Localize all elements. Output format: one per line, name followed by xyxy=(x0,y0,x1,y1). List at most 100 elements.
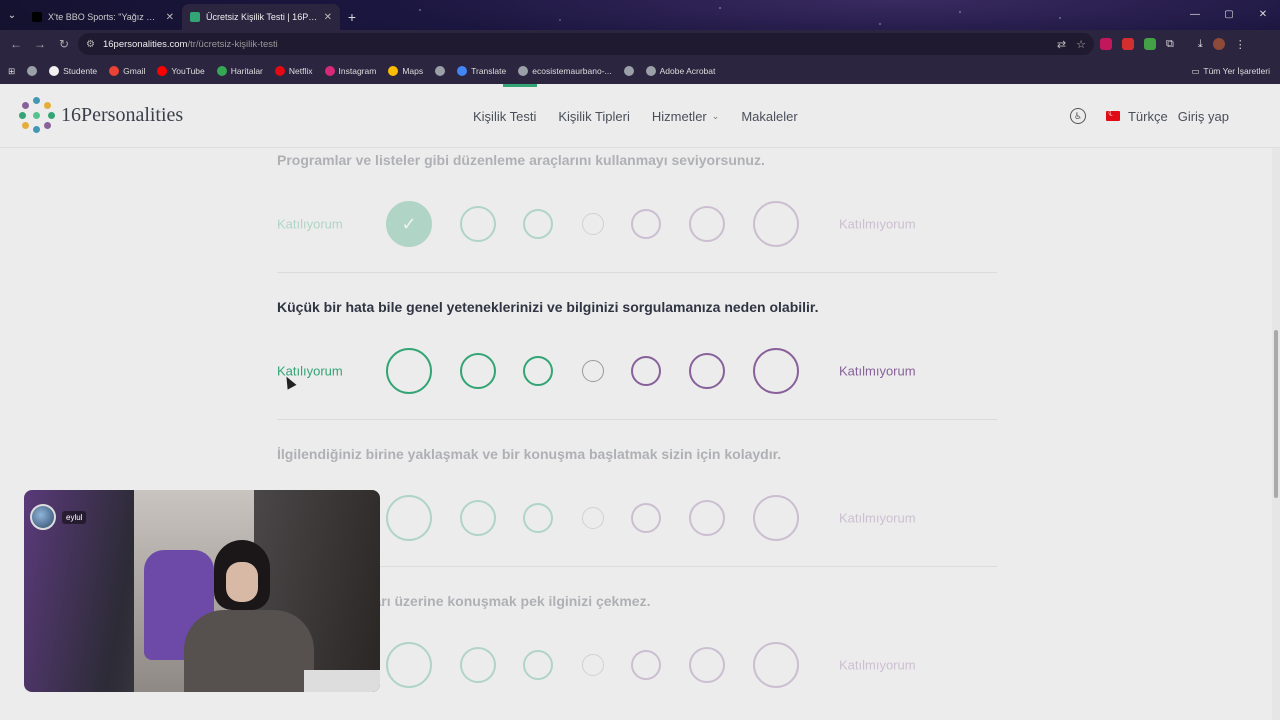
maximize-button[interactable]: ▢ xyxy=(1212,0,1246,28)
bookmark-item[interactable]: Gmail xyxy=(109,66,145,76)
profile-avatar-icon[interactable] xyxy=(1212,38,1225,50)
checkmark-icon: ✓ xyxy=(401,213,417,234)
apps-grid-icon[interactable]: ⊞ xyxy=(8,66,15,77)
browser-tab[interactable]: X'te BBO Sports: "Yağız Sabuncu ✕ xyxy=(24,4,182,30)
instagram-icon xyxy=(324,66,335,76)
close-window-button[interactable]: ✕ xyxy=(1246,0,1280,28)
bookmark-item[interactable]: Translate xyxy=(457,66,506,76)
slightly-disagree-option[interactable] xyxy=(631,503,661,533)
language-selector[interactable]: Türkçe xyxy=(1128,109,1168,124)
disagree-option[interactable] xyxy=(689,647,725,683)
extension-red-icon[interactable] xyxy=(1122,38,1134,50)
strongly-agree-option[interactable] xyxy=(386,348,432,394)
netflix-icon xyxy=(274,66,285,76)
translate-page-icon[interactable]: ⇄ xyxy=(1057,38,1066,51)
bookmark-label: Netflix xyxy=(288,66,313,76)
strongly-agree-option[interactable] xyxy=(386,642,432,688)
page-scrollbar-thumb[interactable] xyxy=(1274,330,1278,498)
logo-text: 16Personalities xyxy=(61,103,184,126)
url-path: /tr/ücretsiz-kişilik-testi xyxy=(187,38,278,50)
bookmark-item[interactable] xyxy=(435,66,446,76)
bookmark-item[interactable] xyxy=(27,66,38,76)
bookmark-item[interactable]: Maps xyxy=(388,66,423,76)
back-icon[interactable]: ← xyxy=(4,32,28,56)
webcam-overlay: eylul xyxy=(24,490,380,692)
accessibility-icon[interactable]: ♿ xyxy=(1070,108,1086,124)
bookmark-item[interactable]: Adobe Acrobat xyxy=(645,66,716,76)
strongly-agree-option[interactable] xyxy=(386,495,432,541)
minimize-button[interactable]: — xyxy=(1178,0,1212,28)
extension-green-icon[interactable] xyxy=(1144,38,1156,50)
bookmark-label: Adobe Acrobat xyxy=(659,66,716,76)
browser-menu-icon[interactable]: ⋮ xyxy=(1235,38,1246,51)
all-bookmarks[interactable]: ▭ Tüm Yer İşaretleri xyxy=(1191,58,1270,84)
slightly-disagree-option[interactable] xyxy=(631,209,661,239)
bookmark-item[interactable]: Studente xyxy=(49,66,97,76)
nav-item[interactable]: Kişilik Tipleri xyxy=(558,84,630,148)
disagree-label: Katılmıyorum xyxy=(839,363,916,379)
neutral-option[interactable] xyxy=(582,213,604,235)
tab-search-icon[interactable]: ⌄ xyxy=(0,0,24,30)
turkey-flag-icon xyxy=(1105,108,1120,121)
download-icon[interactable]: ⤓ xyxy=(1198,38,1203,51)
nav-item-label: Makaleler xyxy=(741,108,798,124)
strongly-disagree-option[interactable] xyxy=(753,642,799,688)
webcam-desk xyxy=(304,670,380,692)
agree-option[interactable] xyxy=(460,647,496,683)
neutral-option[interactable] xyxy=(582,654,604,676)
neutral-option[interactable] xyxy=(582,360,604,382)
bookmark-label: ecosistemaurbano-... xyxy=(532,66,612,76)
bookmark-item[interactable]: YouTube xyxy=(157,66,205,76)
disagree-label: Katılmıyorum xyxy=(839,657,916,673)
slightly-agree-option[interactable] xyxy=(523,503,553,533)
slightly-agree-option[interactable] xyxy=(523,209,553,239)
neutral-option[interactable] xyxy=(582,507,604,529)
tab-title: X'te BBO Sports: "Yağız Sabuncu xyxy=(48,12,160,22)
disagree-option[interactable] xyxy=(689,206,725,242)
forward-icon[interactable]: → xyxy=(28,32,52,56)
new-tab-button[interactable]: + xyxy=(340,4,364,30)
nav-item[interactable]: Makaleler xyxy=(741,84,797,148)
tab-close-icon[interactable]: ✕ xyxy=(324,12,332,23)
browser-tab[interactable]: Ücretsiz Kişilik Testi | 16Person ✕ xyxy=(182,4,340,30)
bookmark-label: Gmail xyxy=(123,66,146,76)
address-bar[interactable]: ⚙ 16personalities.com/tr/ücretsiz-kişili… xyxy=(78,33,1094,55)
strongly-disagree-option[interactable] xyxy=(753,348,799,394)
bookmark-item[interactable]: Netflix xyxy=(274,66,313,76)
maps-pin-icon xyxy=(216,66,227,76)
youtube-icon xyxy=(157,66,168,76)
bookmark-star-icon[interactable]: ☆ xyxy=(1076,38,1086,51)
bookmark-item[interactable] xyxy=(623,66,634,76)
extensions-puzzle-icon[interactable]: ⧉ xyxy=(1166,38,1174,51)
bookmark-item[interactable]: Haritalar xyxy=(216,66,263,76)
disagree-option[interactable] xyxy=(689,353,725,389)
strongly-disagree-option[interactable] xyxy=(753,201,799,247)
bookmark-item[interactable]: ecosistemaurbano-... xyxy=(518,66,612,76)
slightly-agree-option[interactable] xyxy=(523,356,553,386)
tab-close-icon[interactable]: ✕ xyxy=(166,12,174,23)
question-text: İlgilendiğiniz birine yaklaşmak ve bir k… xyxy=(277,446,782,462)
strongly-agree-option[interactable]: ✓ xyxy=(386,201,432,247)
answer-scale: KatılıyorumKatılmıyorum xyxy=(277,639,997,691)
site-logo[interactable]: 16Personalities xyxy=(19,97,183,133)
slightly-disagree-option[interactable] xyxy=(631,650,661,680)
strongly-disagree-option[interactable] xyxy=(753,495,799,541)
site-info-icon[interactable]: ⚙ xyxy=(86,39,95,50)
question-divider xyxy=(277,566,997,567)
reload-icon[interactable]: ↻ xyxy=(52,32,76,56)
disagree-option[interactable] xyxy=(689,500,725,536)
slightly-agree-option[interactable] xyxy=(523,650,553,680)
nav-item[interactable]: Kişilik Testi xyxy=(473,84,538,148)
agree-option[interactable] xyxy=(460,353,496,389)
bookmark-item[interactable]: Instagram xyxy=(324,66,376,76)
tab-bar: ⌄ X'te BBO Sports: "Yağız Sabuncu✕Ücrets… xyxy=(0,0,1280,30)
slightly-disagree-option[interactable] xyxy=(631,356,661,386)
extension-shield-icon[interactable] xyxy=(1100,38,1112,50)
nav-item-label: Hizmetler xyxy=(651,108,707,124)
login-link[interactable]: Giriş yap xyxy=(1178,109,1229,124)
agree-option[interactable] xyxy=(460,206,496,242)
agree-option[interactable] xyxy=(460,500,496,536)
nav-item[interactable]: Hizmetler ⌄ xyxy=(652,84,719,148)
browser-chrome: ⌄ X'te BBO Sports: "Yağız Sabuncu✕Ücrets… xyxy=(0,0,1280,84)
bookmark-label: Haritalar xyxy=(230,66,263,76)
